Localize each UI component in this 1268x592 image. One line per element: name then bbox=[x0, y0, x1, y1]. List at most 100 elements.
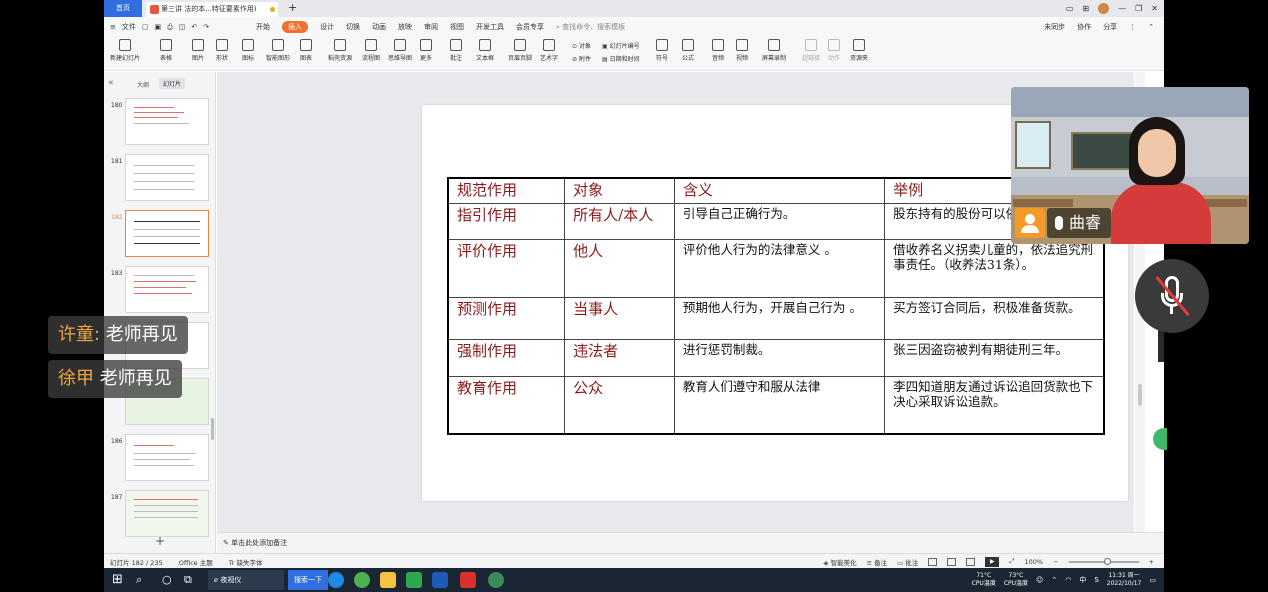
thumbnail-scrollbar[interactable] bbox=[211, 418, 214, 440]
tab-slideshow[interactable]: 放映 bbox=[398, 22, 412, 32]
slide-thumbnail-180[interactable] bbox=[125, 98, 209, 145]
play-slideshow-icon[interactable]: ▶ bbox=[985, 556, 1000, 567]
slide-sorter-icon[interactable] bbox=[947, 557, 957, 566]
docer-resources-button[interactable]: 稻壳资源 bbox=[328, 39, 352, 62]
zoom-out-icon[interactable]: − bbox=[1053, 558, 1058, 566]
edge-browser-icon[interactable] bbox=[328, 572, 344, 588]
open-icon[interactable]: ▢ bbox=[142, 23, 149, 31]
comment-button[interactable]: 批注 bbox=[450, 39, 462, 62]
collapse-ribbon-icon[interactable]: ⌃ bbox=[1148, 23, 1154, 31]
header-footer-button[interactable]: 页眉页脚 bbox=[508, 39, 532, 62]
tab-insert[interactable]: 插入 bbox=[282, 21, 308, 33]
attachment-button[interactable]: ⊘ 附件 bbox=[572, 54, 591, 63]
input-method-icon[interactable]: S bbox=[1094, 576, 1098, 584]
slide-thumbnail-186[interactable] bbox=[125, 434, 209, 481]
tray-expand-icon[interactable]: ⌃ bbox=[1051, 576, 1057, 584]
zoom-slider-knob[interactable] bbox=[1103, 557, 1111, 565]
notes-field[interactable]: ✎ 单击此处添加备注 bbox=[217, 532, 1164, 553]
task-view-icon[interactable]: ○ bbox=[162, 572, 178, 588]
tab-review[interactable]: 审阅 bbox=[424, 22, 438, 32]
minimize-icon[interactable]: — bbox=[1118, 4, 1126, 13]
browser-search-box[interactable]: ℯ 夜视仪 bbox=[208, 570, 284, 590]
file-menu[interactable]: 文件 bbox=[122, 22, 136, 32]
smart-beautify-button[interactable]: ◈ 智能美化 bbox=[823, 557, 856, 567]
theme-name[interactable]: Office 主题 bbox=[179, 557, 213, 567]
textbox-button[interactable]: 文本框 bbox=[476, 39, 494, 62]
undo-icon[interactable]: ↶ bbox=[191, 23, 197, 31]
multitask-icon[interactable]: ⧉ bbox=[184, 572, 200, 588]
user-avatar[interactable] bbox=[1098, 3, 1110, 14]
person-icon[interactable]: ☺ bbox=[1036, 576, 1043, 584]
icon-button[interactable]: 图标 bbox=[242, 39, 254, 62]
resource-folder-button[interactable]: 资源夹 bbox=[850, 39, 868, 62]
slide-number-button[interactable]: ▣ 幻灯片编号 bbox=[602, 41, 640, 50]
more-button[interactable]: 更多 bbox=[420, 39, 432, 62]
smartart-button[interactable]: 智能图形 bbox=[266, 39, 290, 62]
slide-thumbnail-187[interactable] bbox=[125, 490, 209, 537]
windows-start-icon[interactable]: ⊞ bbox=[112, 572, 128, 588]
restore-icon[interactable]: ❐ bbox=[1135, 4, 1142, 13]
search-icon[interactable]: ⌕ bbox=[136, 572, 152, 588]
collapse-pane-icon[interactable]: « bbox=[108, 78, 114, 88]
tab-design[interactable]: 设计 bbox=[320, 22, 334, 32]
shape-button[interactable]: 形状 bbox=[216, 39, 228, 62]
zoom-level[interactable]: 100% bbox=[1025, 558, 1044, 566]
grid-icon[interactable]: ⊞ bbox=[1082, 4, 1089, 13]
video-button[interactable]: 视频 bbox=[736, 39, 748, 62]
new-slide-button[interactable]: 新建幻灯片 bbox=[110, 39, 140, 62]
meeting-app-icon[interactable] bbox=[432, 572, 448, 588]
tab-animation[interactable]: 动画 bbox=[372, 22, 386, 32]
chart-button[interactable]: 图表 bbox=[300, 39, 312, 62]
wifi-icon[interactable]: ◠ bbox=[1065, 576, 1071, 584]
wps-icon[interactable] bbox=[460, 572, 476, 588]
sync-status[interactable]: 未同步 bbox=[1044, 22, 1065, 32]
object-button[interactable]: ⊙ 对象 bbox=[572, 41, 591, 50]
table-button[interactable]: 表格 bbox=[160, 39, 172, 62]
tab-outline[interactable]: 大纲 bbox=[137, 80, 149, 89]
preview-icon[interactable]: ◫ bbox=[179, 23, 186, 31]
other-app-icon[interactable] bbox=[488, 572, 504, 588]
audio-button[interactable]: 音频 bbox=[712, 39, 724, 62]
reading-view-icon[interactable] bbox=[966, 557, 976, 566]
mindmap-button[interactable]: 思维导图 bbox=[388, 39, 412, 62]
tab-developer[interactable]: 开发工具 bbox=[476, 22, 504, 32]
fit-window-icon[interactable]: ⤢ bbox=[1009, 557, 1014, 566]
missing-font-button[interactable]: Tr 缺失字体 bbox=[229, 557, 263, 567]
zoom-slider[interactable] bbox=[1068, 557, 1139, 565]
file-explorer-icon[interactable] bbox=[380, 572, 396, 588]
command-search[interactable]: ⌕ 查找命令、搜索模板 bbox=[556, 22, 625, 32]
slide-thumbnail-182-selected[interactable] bbox=[125, 210, 209, 257]
home-tab[interactable]: 首页 bbox=[104, 0, 142, 17]
comments-toggle[interactable]: ▭ 批注 bbox=[897, 557, 918, 567]
tab-slides[interactable]: 幻灯片 bbox=[159, 78, 186, 89]
hyperlink-button[interactable]: 超链接 bbox=[802, 39, 820, 62]
zoom-in-icon[interactable]: + bbox=[1149, 558, 1154, 566]
formula-button[interactable]: 公式 bbox=[682, 39, 694, 62]
flowchart-button[interactable]: 流程图 bbox=[362, 39, 380, 62]
date-time-button[interactable]: ▤ 日期和时间 bbox=[602, 54, 640, 63]
normal-view-icon[interactable] bbox=[928, 557, 938, 566]
search-go-button[interactable]: 搜索一下 bbox=[288, 570, 328, 590]
picture-button[interactable]: 图片 bbox=[192, 39, 204, 62]
tab-member[interactable]: 会员专享 bbox=[516, 22, 544, 32]
notification-icon[interactable]: ▭ bbox=[1149, 576, 1156, 584]
share-button[interactable]: 分享 bbox=[1103, 22, 1117, 32]
add-slide-button[interactable]: + bbox=[155, 534, 165, 548]
clock[interactable]: 11:31 周一 2022/10/17 bbox=[1107, 572, 1142, 588]
new-tab-button[interactable]: + bbox=[288, 1, 297, 14]
close-icon[interactable]: ✕ bbox=[1151, 4, 1158, 13]
collaborate-button[interactable]: 协作 bbox=[1077, 22, 1091, 32]
mute-toggle-button[interactable] bbox=[1135, 259, 1209, 333]
redo-icon[interactable]: ↷ bbox=[203, 23, 209, 31]
participant-video[interactable]: 曲睿 bbox=[1011, 87, 1249, 244]
action-button[interactable]: 动作 bbox=[828, 39, 840, 62]
tab-transition[interactable]: 切换 bbox=[346, 22, 360, 32]
print-icon[interactable]: ⎙ bbox=[167, 23, 173, 32]
save-icon[interactable]: ▣ bbox=[155, 23, 162, 31]
ime-indicator[interactable]: 中 bbox=[1079, 575, 1086, 585]
symbol-button[interactable]: 符号 bbox=[656, 39, 668, 62]
legal-functions-table[interactable]: 规范作用 对象 含义 举例 指引作用 所有人/本人 引导自己正确行为。 股东持有… bbox=[447, 177, 1105, 435]
wordart-button[interactable]: 艺术字 bbox=[540, 39, 558, 62]
scroll-thumb[interactable] bbox=[1138, 384, 1142, 406]
chrome-icon[interactable] bbox=[354, 572, 370, 588]
